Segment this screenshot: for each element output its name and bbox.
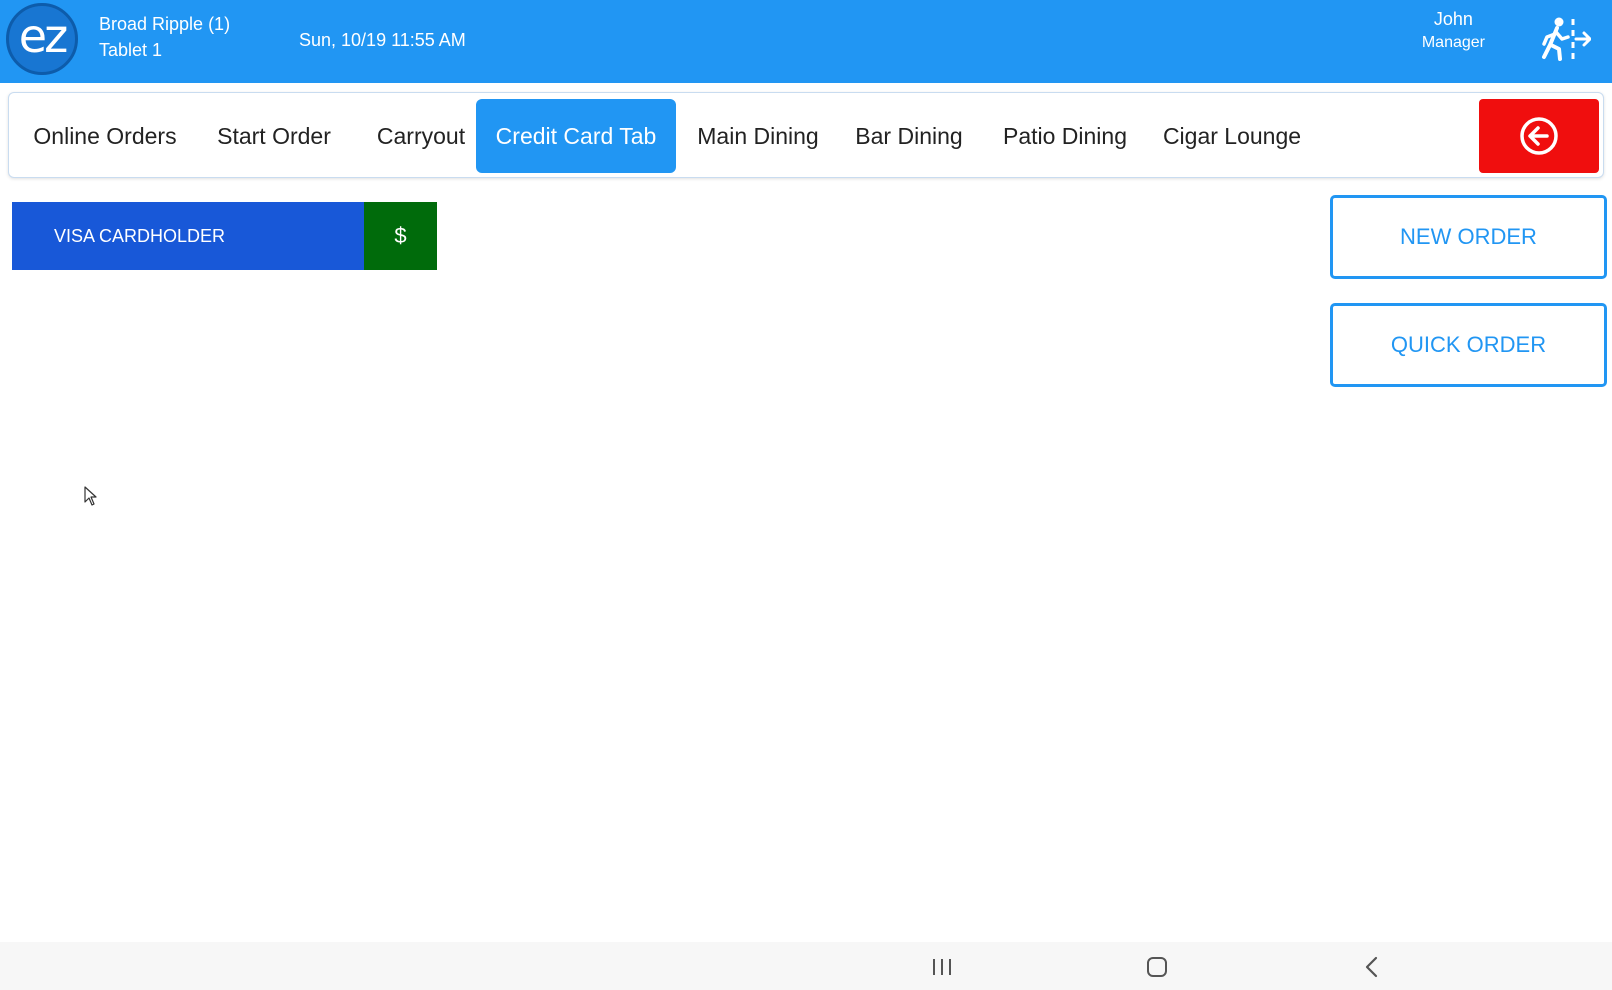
tab-start-order[interactable]: Start Order xyxy=(202,99,346,173)
tab-carryout[interactable]: Carryout xyxy=(362,99,480,173)
logo-text: ez xyxy=(18,9,68,63)
tab-patio-dining[interactable]: Patio Dining xyxy=(994,99,1136,173)
mouse-cursor-icon xyxy=(84,486,98,506)
user-info: John Manager xyxy=(1422,7,1485,55)
tab-bar-dining[interactable]: Bar Dining xyxy=(847,99,971,173)
location-name: Broad Ripple (1) xyxy=(99,14,231,34)
location-info: Broad Ripple (1) Tablet 1 xyxy=(99,11,230,63)
user-name: John xyxy=(1433,9,1473,29)
device-name: Tablet 1 xyxy=(99,40,163,60)
tab-cigar-lounge[interactable]: Cigar Lounge xyxy=(1155,99,1309,173)
recent-apps-icon[interactable] xyxy=(925,950,959,984)
user-role: Manager xyxy=(1421,34,1485,51)
ez-logo: ez xyxy=(6,3,78,75)
tab-online-orders[interactable]: Online Orders xyxy=(25,99,185,173)
new-order-button[interactable]: NEW ORDER xyxy=(1330,195,1607,279)
tab-main-dining[interactable]: Main Dining xyxy=(691,99,825,173)
app-header: ez Broad Ripple (1) Tablet 1 Sun, 10/19 … xyxy=(0,0,1612,83)
home-icon[interactable] xyxy=(1140,950,1174,984)
order-card[interactable]: VISA CARDHOLDER $ xyxy=(12,202,437,270)
current-datetime: Sun, 10/19 11:55 AM xyxy=(299,30,466,50)
exit-running-person-icon[interactable] xyxy=(1535,15,1592,63)
system-nav-bar xyxy=(0,942,1612,990)
quick-order-button[interactable]: QUICK ORDER xyxy=(1330,303,1607,387)
back-nav-icon[interactable] xyxy=(1355,950,1389,984)
order-pay-button[interactable]: $ xyxy=(364,202,437,270)
section-tab-bar: Online Orders Start Order Carryout Credi… xyxy=(8,92,1604,178)
order-card-name[interactable]: VISA CARDHOLDER xyxy=(12,202,364,270)
back-button[interactable] xyxy=(1479,99,1599,173)
circle-arrow-left-icon xyxy=(1520,117,1558,155)
tab-credit-card-tab[interactable]: Credit Card Tab xyxy=(476,99,676,173)
